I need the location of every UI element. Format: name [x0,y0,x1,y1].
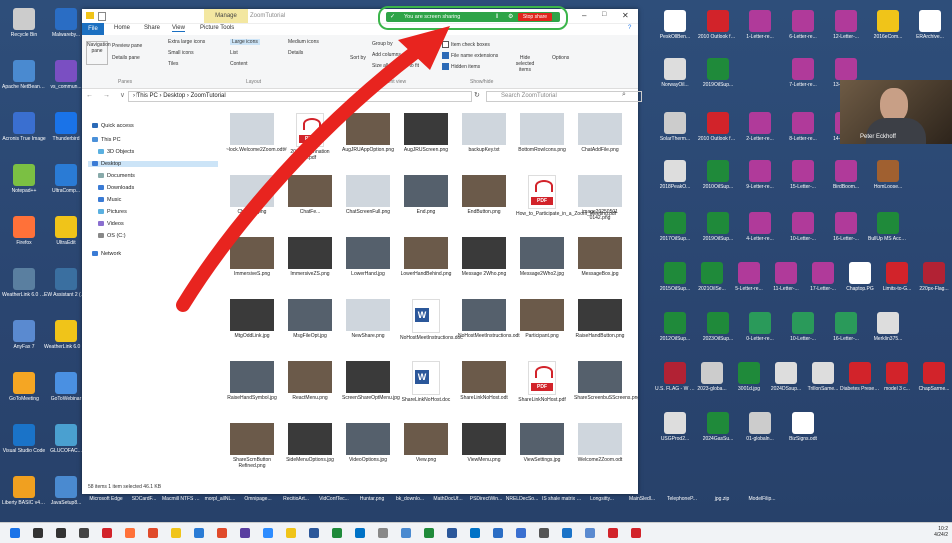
task-view-icon[interactable] [56,528,66,538]
ultraedit-icon[interactable] [286,528,296,538]
taskbar: 10:2 4/24/2 [0,522,952,543]
pen-icon[interactable] [79,528,89,538]
malwarebytes-icon[interactable] [493,528,503,538]
app-icon[interactable] [148,528,158,538]
app2-icon[interactable] [378,528,388,538]
system-clock[interactable]: 10:2 4/24/2 [934,526,948,538]
app5-icon[interactable] [608,528,618,538]
spreadsheet-icon[interactable] [424,528,434,538]
excel-icon[interactable] [332,528,342,538]
arrow-shaft [176,43,425,312]
app4-icon[interactable] [585,528,595,538]
acrobat-icon[interactable] [102,528,112,538]
store-icon[interactable] [240,528,250,538]
explorer-icon[interactable] [194,528,204,538]
settings-icon[interactable] [539,528,549,538]
mail-icon[interactable] [470,528,480,538]
windows-start-icon[interactable] [10,528,20,538]
word-icon[interactable] [309,528,319,538]
edge-icon[interactable] [562,528,572,538]
notes-icon[interactable] [401,528,411,538]
pdf-icon[interactable] [631,528,641,538]
clock-date: 4/24/2 [934,532,948,538]
firefox-icon[interactable] [125,528,135,538]
doc-icon[interactable] [447,528,457,538]
search-icon[interactable] [33,528,43,538]
chrome-icon[interactable] [217,528,227,538]
outlook-icon[interactable] [355,528,365,538]
red-arrow-annotation [176,26,450,312]
folder-icon[interactable] [171,528,181,538]
zoom-icon[interactable] [263,528,273,538]
app3-icon[interactable] [516,528,526,538]
